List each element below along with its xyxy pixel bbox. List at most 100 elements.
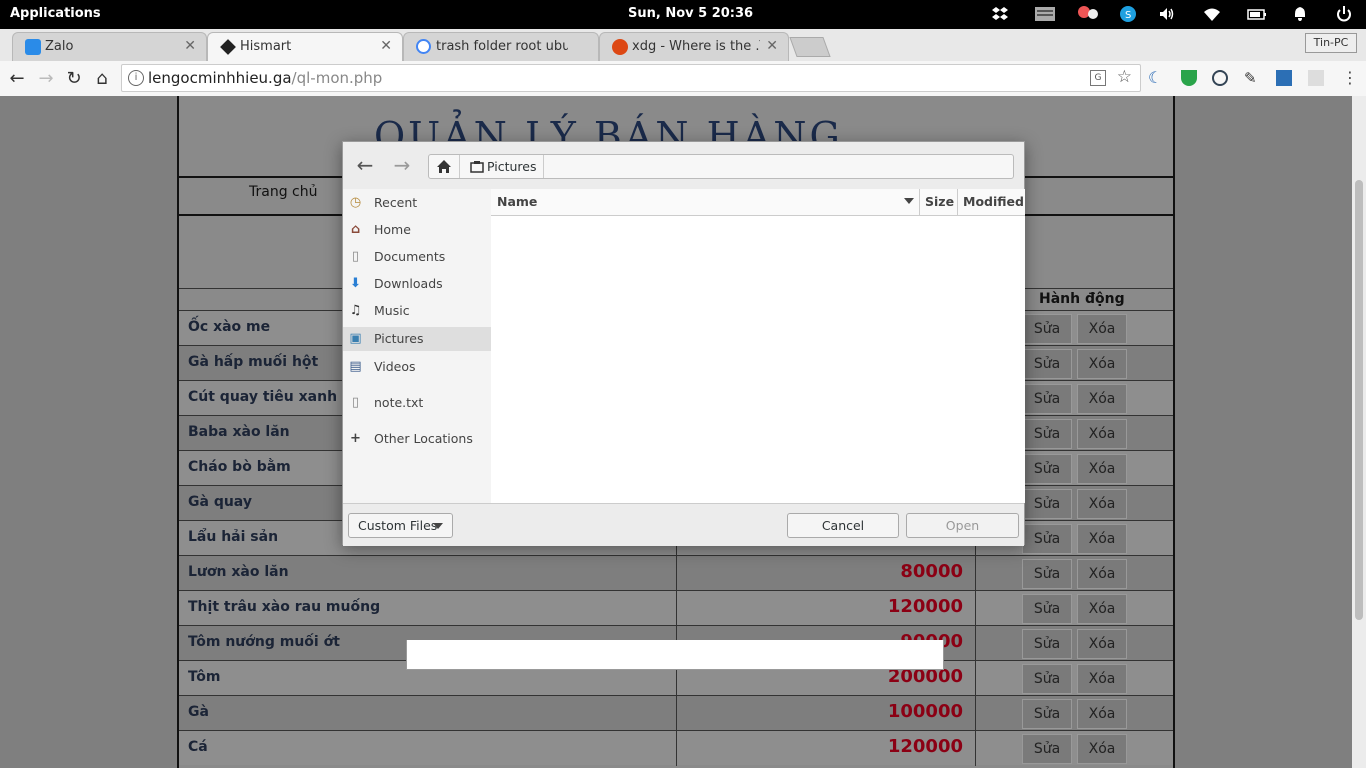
translate-icon[interactable]: G	[1090, 70, 1106, 86]
table-row: Thịt trâu xào rau muống 120000 Sửa Xóa	[179, 590, 1173, 626]
tab-hismart[interactable]: Hismart ✕	[207, 32, 403, 61]
tab-title: trash folder root ubuntu	[436, 39, 568, 54]
close-icon[interactable]: ✕	[380, 38, 392, 54]
battery-icon[interactable]	[1247, 5, 1267, 23]
item-price: 120000	[887, 736, 963, 757]
page-scrollbar[interactable]	[1352, 96, 1366, 768]
forward-icon[interactable]: →	[35, 68, 57, 90]
place-label: Documents	[374, 249, 446, 264]
delete-button[interactable]: Xóa	[1077, 489, 1127, 519]
name-column-header[interactable]: Name	[497, 194, 537, 209]
address-bar[interactable]: i lengocminhhieu.ga/ql-mon.php G ☆	[121, 64, 1141, 92]
bell-icon[interactable]	[1291, 5, 1309, 23]
place-label: Pictures	[374, 331, 424, 346]
path-pictures-button[interactable]: Pictures	[465, 155, 544, 178]
tab-zalo[interactable]: Zalo ✕	[12, 32, 207, 61]
delete-button[interactable]: Xóa	[1077, 524, 1127, 554]
edit-button[interactable]: Sửa	[1022, 454, 1072, 484]
item-name: Cháo bò bằm	[188, 459, 291, 475]
scrollbar-thumb[interactable]	[1355, 180, 1363, 620]
delete-button[interactable]: Xóa	[1077, 699, 1127, 729]
svg-text:S: S	[1125, 10, 1131, 21]
delete-button[interactable]: Xóa	[1077, 594, 1127, 624]
delete-button[interactable]: Xóa	[1077, 384, 1127, 414]
delete-button[interactable]: Xóa	[1077, 664, 1127, 694]
place-music[interactable]: ♫ Music	[343, 299, 491, 323]
delete-button[interactable]: Xóa	[1077, 454, 1127, 484]
dropbox-icon[interactable]	[991, 5, 1009, 23]
clock[interactable]: Sun, Nov 5 20:36	[628, 6, 753, 21]
place-downloads[interactable]: ⬇ Downloads	[343, 272, 491, 296]
item-name: Lẩu hải sản	[188, 529, 279, 545]
close-icon[interactable]: ✕	[184, 38, 196, 54]
wifi-icon[interactable]	[1203, 5, 1221, 23]
edit-button[interactable]: Sửa	[1022, 629, 1072, 659]
extension-icon[interactable]	[1308, 70, 1324, 86]
home-icon: ⌂	[350, 222, 361, 237]
volume-icon[interactable]	[1158, 5, 1176, 23]
shield-extension-icon[interactable]	[1181, 70, 1197, 86]
delete-button[interactable]: Xóa	[1077, 629, 1127, 659]
edit-button[interactable]: Sửa	[1022, 699, 1072, 729]
path-home-button[interactable]	[429, 155, 460, 178]
modified-column-header[interactable]: Modified	[963, 194, 1024, 209]
dialog-forward-icon[interactable]: →	[391, 154, 413, 176]
delete-button[interactable]: Xóa	[1077, 419, 1127, 449]
menu-icon[interactable]: ⋮	[1342, 70, 1358, 86]
edit-button[interactable]: Sửa	[1022, 664, 1072, 694]
sort-down-icon[interactable]	[904, 198, 914, 204]
document-icon: ▯	[351, 249, 360, 264]
power-icon[interactable]	[1335, 5, 1353, 23]
eyedropper-extension-icon[interactable]: ✎	[1244, 70, 1260, 86]
keyboard-icon[interactable]	[1034, 5, 1056, 23]
delete-button[interactable]: Xóa	[1077, 734, 1127, 764]
edit-button[interactable]: Sửa	[1022, 384, 1072, 414]
edit-button[interactable]: Sửa	[1022, 594, 1072, 624]
place-recent[interactable]: ◷ Recent	[343, 191, 491, 215]
path-folder-label: Pictures	[487, 159, 537, 174]
file-filter-label: Custom Files	[358, 518, 438, 533]
place-home[interactable]: ⌂ Home	[343, 218, 491, 242]
file-list[interactable]: Name Size Modified	[491, 189, 1025, 503]
place-other-locations[interactable]: + Other Locations	[343, 427, 491, 451]
applications-menu[interactable]: Applications	[10, 6, 101, 21]
tab-askubuntu[interactable]: xdg - Where is the .Tras ✕	[599, 32, 789, 61]
file-filter-dropdown[interactable]: Custom Files	[348, 513, 453, 538]
s-extension-icon[interactable]	[1276, 70, 1292, 86]
place-pictures[interactable]: ▣ Pictures	[343, 327, 491, 351]
item-price: 120000	[887, 596, 963, 617]
delete-button[interactable]: Xóa	[1077, 314, 1127, 344]
cancel-button[interactable]: Cancel	[787, 513, 899, 538]
place-documents[interactable]: ▯ Documents	[343, 245, 491, 269]
dialog-back-icon[interactable]: ←	[354, 154, 376, 176]
back-icon[interactable]: ←	[6, 68, 28, 90]
place-videos[interactable]: ▤ Videos	[343, 355, 491, 379]
item-name: Thịt trâu xào rau muống	[188, 599, 381, 615]
edit-button[interactable]: Sửa	[1022, 524, 1072, 554]
delete-button[interactable]: Xóa	[1077, 559, 1127, 589]
new-tab-button[interactable]	[789, 37, 831, 57]
edit-button[interactable]: Sửa	[1022, 559, 1072, 589]
home-icon[interactable]: ⌂	[91, 68, 113, 90]
notification-bulb-icon[interactable]	[1076, 5, 1100, 23]
tab-google-search[interactable]: trash folder root ubuntu	[403, 32, 599, 61]
place-note-txt[interactable]: ▯ note.txt	[343, 391, 491, 415]
size-column-header[interactable]: Size	[925, 194, 954, 209]
edit-button[interactable]: Sửa	[1022, 314, 1072, 344]
edit-button[interactable]: Sửa	[1022, 419, 1072, 449]
info-icon[interactable]: i	[128, 70, 144, 86]
block-extension-icon[interactable]	[1212, 70, 1228, 86]
music-icon: ♫	[349, 303, 362, 318]
edit-button[interactable]: Sửa	[1022, 489, 1072, 519]
close-icon[interactable]: ✕	[766, 38, 778, 54]
skype-icon[interactable]: S	[1119, 5, 1137, 23]
edit-button[interactable]: Sửa	[1022, 349, 1072, 379]
delete-button[interactable]: Xóa	[1077, 349, 1127, 379]
reload-icon[interactable]: ↻	[63, 68, 85, 90]
moon-extension-icon[interactable]: ☾	[1148, 70, 1164, 86]
menu-home-link[interactable]: Trang chủ	[249, 184, 317, 200]
profile-button[interactable]: Tin-PC	[1305, 33, 1357, 53]
bookmark-star-icon[interactable]: ☆	[1117, 67, 1132, 87]
edit-button[interactable]: Sửa	[1022, 734, 1072, 764]
open-button[interactable]: Open	[906, 513, 1019, 538]
